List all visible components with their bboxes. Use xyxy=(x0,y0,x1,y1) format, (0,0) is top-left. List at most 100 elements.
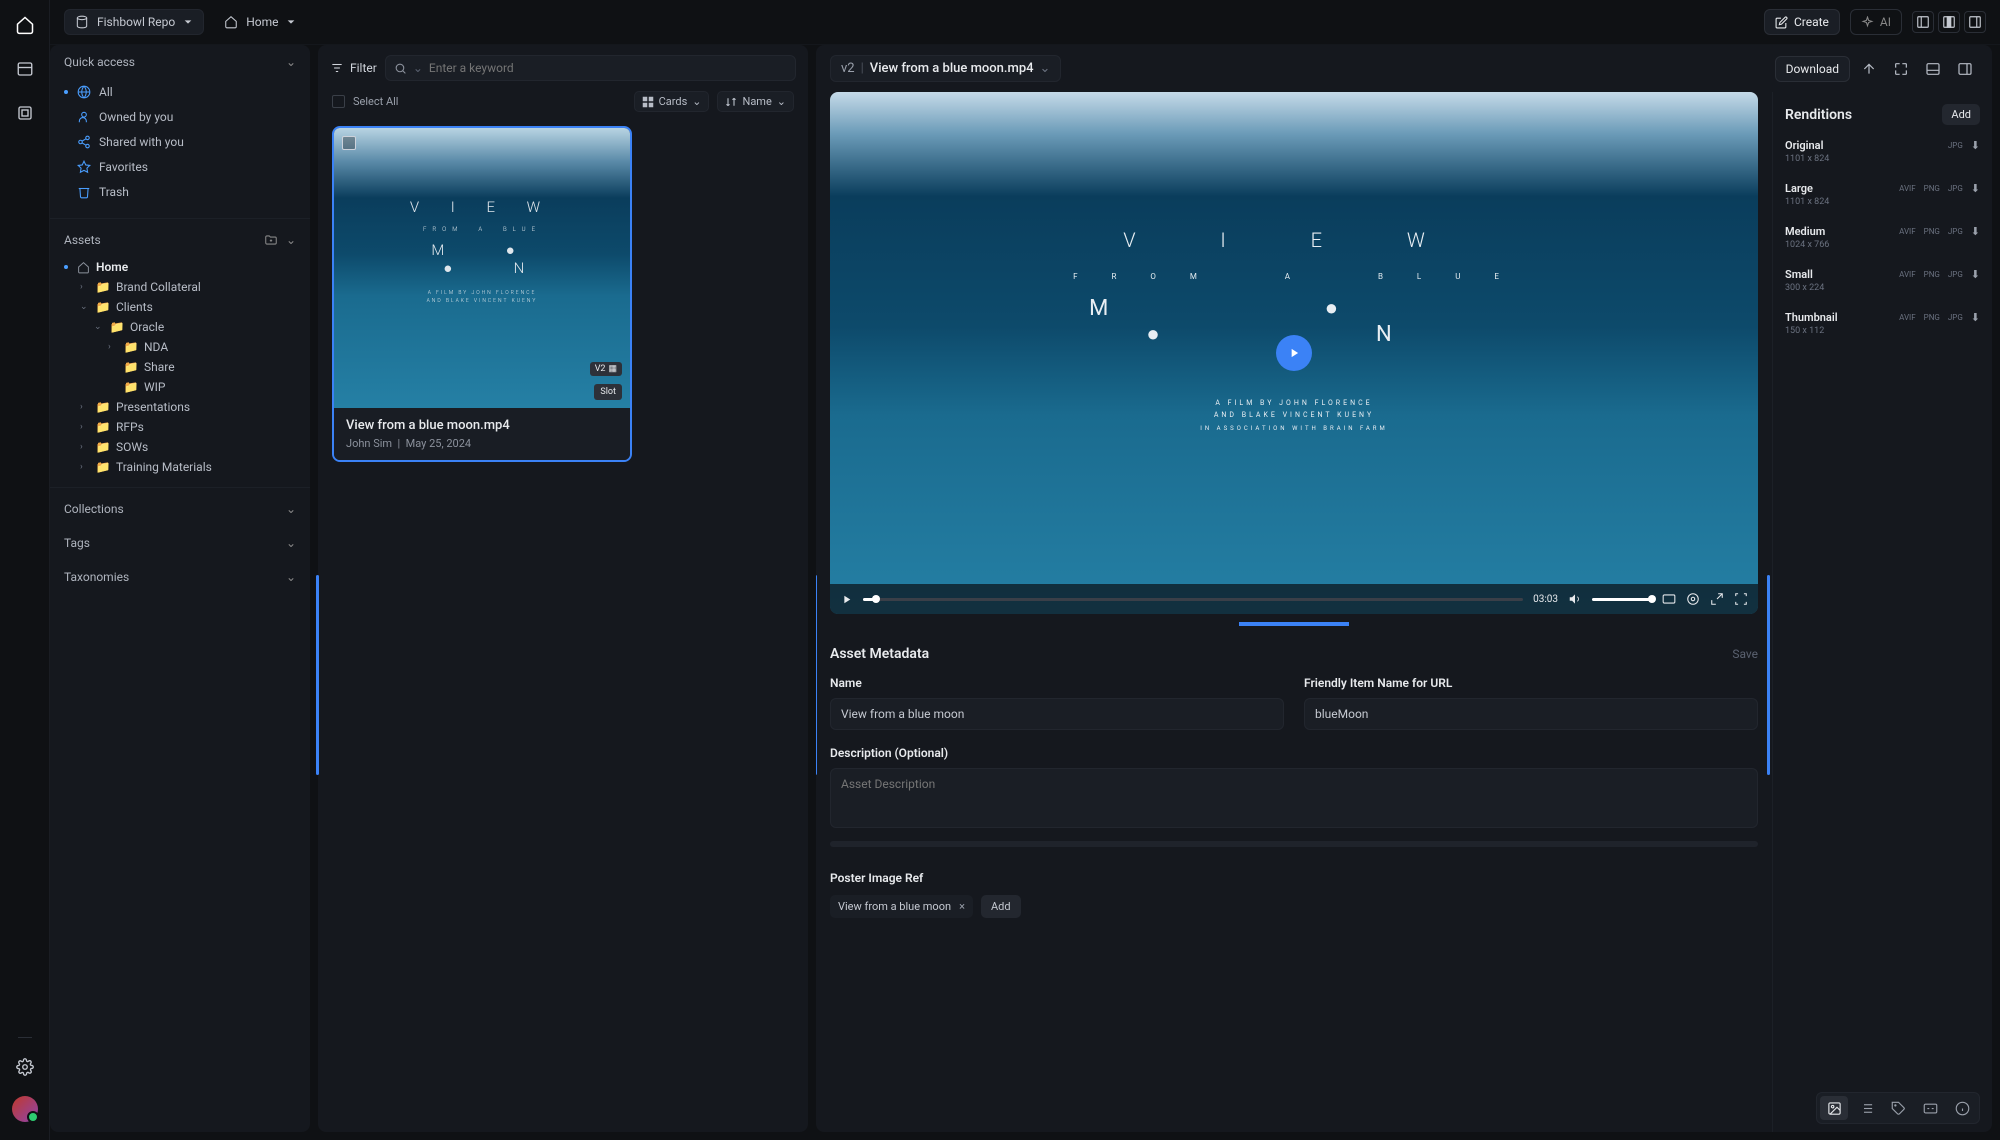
files-icon[interactable] xyxy=(14,102,36,124)
tree-share[interactable]: 📁Share xyxy=(58,357,302,377)
repo-selector[interactable]: Fishbowl Repo xyxy=(64,9,204,35)
friendly-input[interactable] xyxy=(1304,698,1758,730)
sidebar-item-all[interactable]: All xyxy=(58,79,302,104)
add-poster-button[interactable]: Add xyxy=(981,895,1021,918)
tab-cc-icon[interactable] xyxy=(1916,1096,1944,1120)
panel-toggle-icon[interactable] xyxy=(1920,56,1946,82)
chevron-down-icon: ⌄ xyxy=(692,95,701,108)
folder-icon: 📁 xyxy=(124,340,138,354)
filter-button[interactable]: Filter xyxy=(330,61,377,75)
tags-header[interactable]: Tags⌄ xyxy=(50,526,310,560)
tab-list-icon[interactable] xyxy=(1852,1096,1880,1120)
rendition-item: Small 300 x 224 AVIFPNGJPG ⬇ xyxy=(1785,268,1980,293)
quick-access-header[interactable]: Quick access ⌄ xyxy=(50,45,310,79)
thumbnail-strip[interactable] xyxy=(830,618,1758,630)
user-avatar[interactable] xyxy=(12,1096,38,1122)
download-icon[interactable]: ⬇ xyxy=(1971,268,1980,281)
play-button[interactable] xyxy=(1276,335,1312,371)
breadcrumb-home[interactable]: Home xyxy=(214,10,306,34)
search-input[interactable]: ⌄ xyxy=(385,55,796,81)
tree-wip[interactable]: 📁WIP xyxy=(58,377,302,397)
popout-icon[interactable] xyxy=(1710,592,1724,606)
expand-icon[interactable] xyxy=(1888,56,1914,82)
play-icon[interactable] xyxy=(840,593,853,606)
panel-left-toggle[interactable] xyxy=(1912,11,1934,33)
tree-clients[interactable]: ⌄📁Clients xyxy=(58,297,302,317)
poster-chip: View from a blue moon × xyxy=(830,895,973,918)
tree-label: Presentations xyxy=(116,400,190,414)
assets-header[interactable]: Assets ⌄ xyxy=(50,223,310,257)
cc-icon[interactable] xyxy=(1662,592,1676,606)
tree-sows[interactable]: ›📁SOWs xyxy=(58,437,302,457)
video-player[interactable]: V I E W F R O M A B L U E M ● ● N A FILM… xyxy=(830,92,1758,614)
format-label: JPG xyxy=(1948,141,1963,150)
view-selector[interactable]: Cards ⌄ xyxy=(634,91,710,112)
download-button[interactable]: Download xyxy=(1775,56,1850,82)
sort-selector[interactable]: Name ⌄ xyxy=(717,91,794,112)
home-icon[interactable] xyxy=(14,14,36,36)
create-button[interactable]: Create xyxy=(1764,9,1840,35)
settings-gear-icon[interactable] xyxy=(1686,592,1700,606)
panel-icon[interactable] xyxy=(14,58,36,80)
select-all-label: Select All xyxy=(353,95,398,108)
sidebar-item-label: All xyxy=(99,85,113,99)
tree-label: Training Materials xyxy=(116,460,212,474)
add-folder-icon[interactable] xyxy=(264,233,278,247)
description-input[interactable] xyxy=(830,768,1758,828)
ai-label: AI xyxy=(1880,15,1891,29)
card-checkbox[interactable] xyxy=(342,136,356,150)
download-icon[interactable]: ⬇ xyxy=(1971,182,1980,195)
scrollbar[interactable] xyxy=(830,841,1758,847)
add-rendition-button[interactable]: Add xyxy=(1942,104,1980,125)
sidebar-item-owned[interactable]: Owned by you xyxy=(58,104,302,129)
rendition-dimensions: 1101 x 824 xyxy=(1785,197,1829,207)
share-icon xyxy=(76,134,91,149)
volume-slider[interactable] xyxy=(1592,598,1652,601)
select-all[interactable]: Select All xyxy=(332,95,398,108)
version-badge: V2 ▦ xyxy=(590,362,622,376)
fullscreen-icon[interactable] xyxy=(1734,592,1748,606)
sidebar-item-trash[interactable]: Trash xyxy=(58,179,302,204)
tree-rfps[interactable]: ›📁RFPs xyxy=(58,417,302,437)
download-icon[interactable]: ⬇ xyxy=(1971,139,1980,152)
asset-card[interactable]: V I E W FROM A BLUE M ● ● N A FILM BY JO… xyxy=(332,126,632,462)
upload-icon[interactable] xyxy=(1856,56,1882,82)
tree-oracle[interactable]: ⌄📁Oracle xyxy=(58,317,302,337)
chevron-down-icon xyxy=(286,17,296,27)
progress-bar[interactable] xyxy=(863,598,1523,601)
name-input[interactable] xyxy=(830,698,1284,730)
remove-chip-icon[interactable]: × xyxy=(959,900,965,913)
tab-image-icon[interactable] xyxy=(1820,1096,1848,1120)
panel-center-toggle[interactable] xyxy=(1938,11,1960,33)
tree-presentations[interactable]: ›📁Presentations xyxy=(58,397,302,417)
select-all-checkbox[interactable] xyxy=(332,95,345,108)
search-field[interactable] xyxy=(429,61,787,75)
panel-right-toggle[interactable] xyxy=(1964,11,1986,33)
tree-home[interactable]: Home xyxy=(58,257,302,277)
rendition-name: Original xyxy=(1785,139,1829,152)
folder-icon: 📁 xyxy=(96,280,110,294)
ai-button[interactable]: AI xyxy=(1850,9,1902,35)
sidebar-item-shared[interactable]: Shared with you xyxy=(58,129,302,154)
folder-icon: 📁 xyxy=(124,380,138,394)
repo-label: Fishbowl Repo xyxy=(97,15,175,29)
download-icon[interactable]: ⬇ xyxy=(1971,225,1980,238)
taxonomies-header[interactable]: Taxonomies⌄ xyxy=(50,560,310,594)
tree-brand[interactable]: ›📁Brand Collateral xyxy=(58,277,302,297)
save-button[interactable]: Save xyxy=(1732,647,1758,661)
download-icon[interactable]: ⬇ xyxy=(1971,311,1980,324)
tab-tag-icon[interactable] xyxy=(1884,1096,1912,1120)
tab-info-icon[interactable] xyxy=(1948,1096,1976,1120)
asset-breadcrumb[interactable]: v2 | View from a blue moon.mp4 ⌄ xyxy=(830,55,1061,82)
collections-header[interactable]: Collections⌄ xyxy=(50,492,310,526)
sidebar-item-label: Shared with you xyxy=(99,135,184,149)
tree-nda[interactable]: ›📁NDA xyxy=(58,337,302,357)
format-label: JPG xyxy=(1948,313,1963,322)
settings-icon[interactable] xyxy=(14,1056,36,1078)
volume-icon[interactable] xyxy=(1568,592,1582,606)
chevron-down-icon: ⌄ xyxy=(286,55,296,69)
format-label: JPG xyxy=(1948,270,1963,279)
panel-right-icon[interactable] xyxy=(1952,56,1978,82)
sidebar-item-favorites[interactable]: Favorites xyxy=(58,154,302,179)
tree-training[interactable]: ›📁Training Materials xyxy=(58,457,302,477)
